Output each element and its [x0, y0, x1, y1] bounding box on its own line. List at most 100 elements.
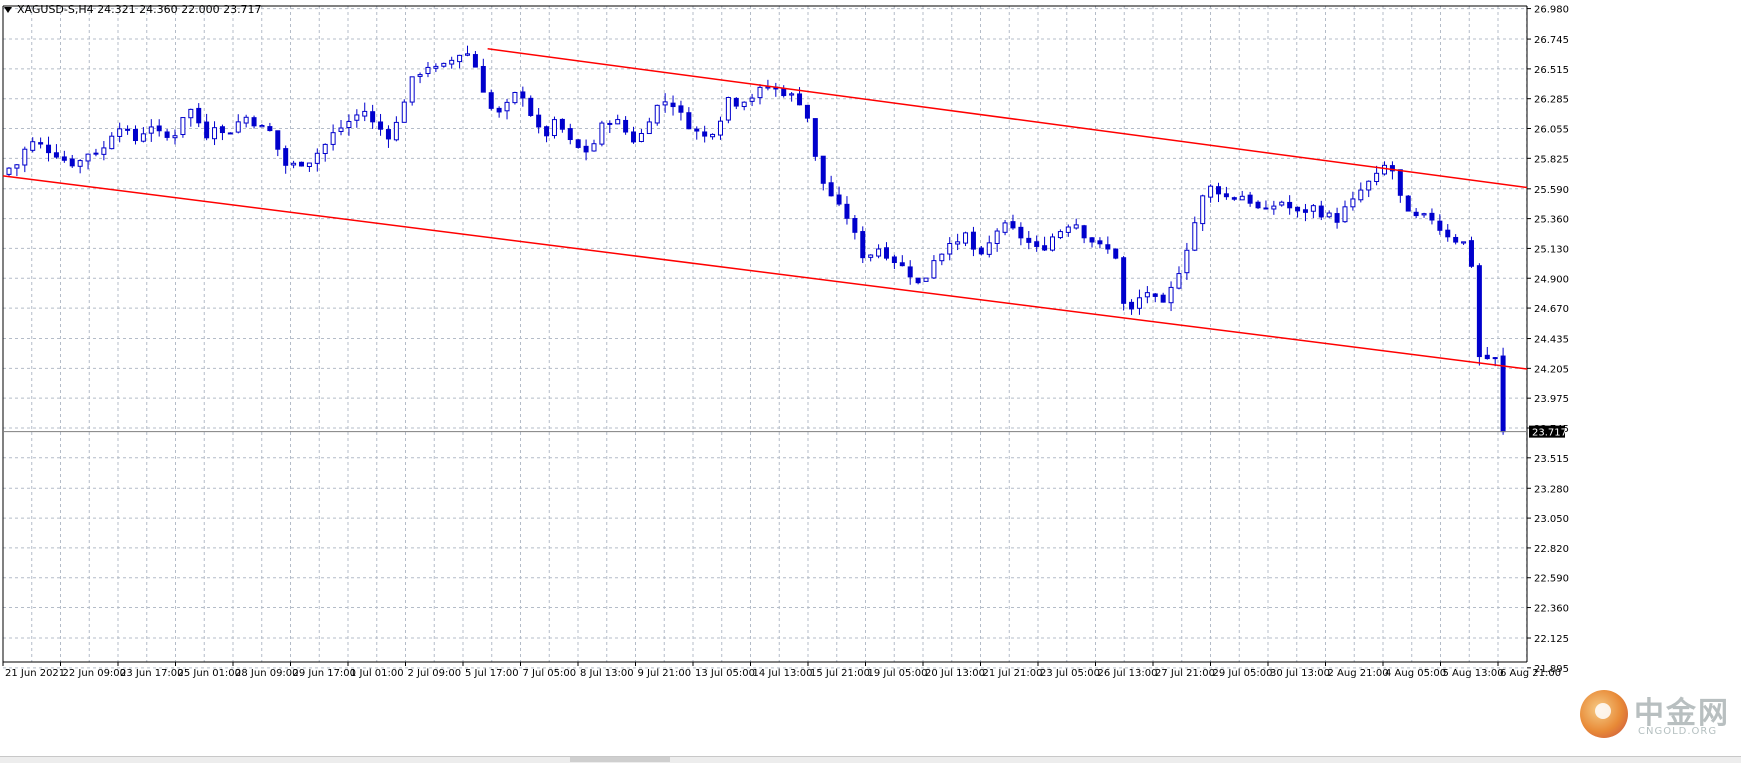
candle-body-bear	[378, 121, 384, 130]
scrollbar-thumb[interactable]	[570, 757, 670, 762]
candle	[860, 226, 866, 264]
candle-body-bear	[883, 247, 889, 259]
candle-body-bear	[1129, 301, 1135, 310]
candle-body-bull	[1310, 205, 1316, 212]
candle-body-bull	[409, 76, 415, 103]
x-tick-label: 5 Aug 13:00	[1443, 668, 1504, 679]
symbol-info-text: XAGUSD-S,H4 24.321 24.360 22.000 23.717	[17, 3, 262, 16]
candle-body-bull	[931, 260, 937, 279]
candle-body-bull	[172, 135, 178, 139]
x-tick-label: 21 Jun 2021	[5, 668, 65, 679]
candle-body-bull	[1461, 241, 1467, 244]
candle-body-bull	[717, 120, 723, 136]
candle-body-bull	[710, 133, 716, 138]
candle-body-bear	[1484, 354, 1490, 360]
candle-body-bear	[1152, 293, 1158, 297]
candle-body-bear	[267, 126, 273, 132]
candle-body-bear	[275, 130, 281, 150]
candle-body-bull	[212, 127, 218, 140]
candle-body-bull	[30, 141, 36, 151]
candle-body-bull	[741, 101, 747, 108]
candle-body-bull	[1326, 212, 1332, 218]
candle-body-bull	[1492, 357, 1498, 360]
candle-body-bear	[1413, 211, 1419, 217]
candle-body-bear	[915, 277, 921, 284]
x-tick-label: 28 Jun 09:00	[235, 668, 299, 679]
candle-body-bear	[1429, 212, 1435, 221]
candle-body-bear	[38, 142, 44, 145]
x-tick-label: 25 Jun 01:00	[178, 668, 242, 679]
candle-body-bear	[1468, 240, 1474, 267]
candle	[923, 277, 929, 282]
candle-body-bear	[1255, 201, 1261, 209]
price-chart[interactable]: 26.980 26.745 26.515 26.285 26.055 25.825 25.5…	[0, 0, 1741, 762]
y-tick-label: 24.670	[1534, 304, 1569, 315]
candle	[1405, 194, 1411, 212]
candle-body-bull	[1002, 222, 1008, 233]
candle-body-bear	[488, 92, 494, 109]
watermark-logo: 中金网 CNGOLD.ORG	[1580, 686, 1740, 746]
candle-body-bear	[860, 231, 866, 259]
candle-body-bull	[1136, 297, 1142, 309]
candle-body-bull	[465, 53, 471, 56]
candle	[654, 104, 660, 126]
candle-body-bull	[1342, 206, 1348, 223]
y-tick-label: 26.055	[1534, 125, 1569, 136]
candle-body-bull	[22, 148, 28, 166]
candle-body-bear	[1105, 244, 1111, 250]
candle	[1121, 255, 1127, 311]
y-tick-label: 26.285	[1534, 95, 1569, 106]
candle-body-bear	[623, 119, 629, 133]
x-tick-label: 14 Jul 13:00	[753, 668, 813, 679]
y-tick-label: 25.590	[1534, 185, 1569, 196]
candle-body-bull	[1366, 180, 1372, 191]
candle-body-bear	[1231, 197, 1237, 200]
candle-body-bull	[591, 143, 597, 152]
candle-body-bear	[298, 161, 304, 167]
candle-body-bear	[733, 97, 739, 107]
y-tick-label: 22.125	[1534, 634, 1569, 645]
candle-body-bear	[132, 128, 138, 142]
candle-body-bull	[1057, 231, 1063, 239]
candle-body-bull	[1358, 189, 1364, 201]
symbol-info-bar: XAGUSD-S,H4 24.321 24.360 22.000 23.717	[4, 2, 262, 18]
y-tick-label: 24.205	[1534, 364, 1569, 375]
candle-body-bear	[219, 126, 225, 134]
candle-body-bear	[1081, 225, 1087, 239]
chart-window[interactable]: 26.980 26.745 26.515 26.285 26.055 25.825 25.5…	[0, 0, 1741, 763]
candle-body-bear	[1121, 257, 1127, 304]
candle-body-bull	[963, 232, 969, 244]
candle-body-bull	[235, 121, 241, 133]
candle-body-bull	[638, 132, 644, 142]
y-tick-label: 25.825	[1534, 154, 1569, 165]
candle-body-bull	[227, 132, 233, 135]
y-tick-label: 23.050	[1534, 514, 1569, 525]
y-tick-label: 24.900	[1534, 274, 1569, 285]
candle-body-bull	[1263, 207, 1269, 210]
candle-body-bull	[101, 147, 107, 155]
candle-body-bear	[970, 231, 976, 250]
current-price-tag: 23.717	[1529, 425, 1567, 439]
watermark-name-en: CNGOLD.ORG	[1638, 726, 1718, 737]
candle-body-bull	[338, 127, 344, 132]
x-tick-label: 27 Jul 21:00	[1155, 668, 1215, 679]
x-tick-label: 8 Jul 13:00	[580, 668, 634, 679]
candle-body-bull	[1279, 201, 1285, 206]
candle-body-bull	[1350, 198, 1356, 208]
candle-body-bear	[1334, 213, 1340, 223]
candle-body-bull	[986, 242, 992, 255]
candle-body-bull	[1176, 273, 1182, 289]
candle-body-bull	[749, 97, 755, 102]
candle-body-bull	[140, 133, 146, 142]
y-tick-label: 26.745	[1534, 35, 1569, 46]
candle-body-bear	[1018, 226, 1024, 239]
candle-body-bull	[259, 125, 265, 128]
candle-body-bull	[354, 114, 360, 121]
collapse-triangle-icon[interactable]	[4, 7, 12, 13]
candle-body-bear	[1397, 169, 1403, 196]
candle	[575, 139, 581, 149]
candle-body-bear	[1010, 221, 1016, 229]
x-tick-label: 23 Jun 17:00	[120, 668, 184, 679]
candle-body-bull	[868, 254, 874, 258]
candle	[725, 96, 731, 124]
